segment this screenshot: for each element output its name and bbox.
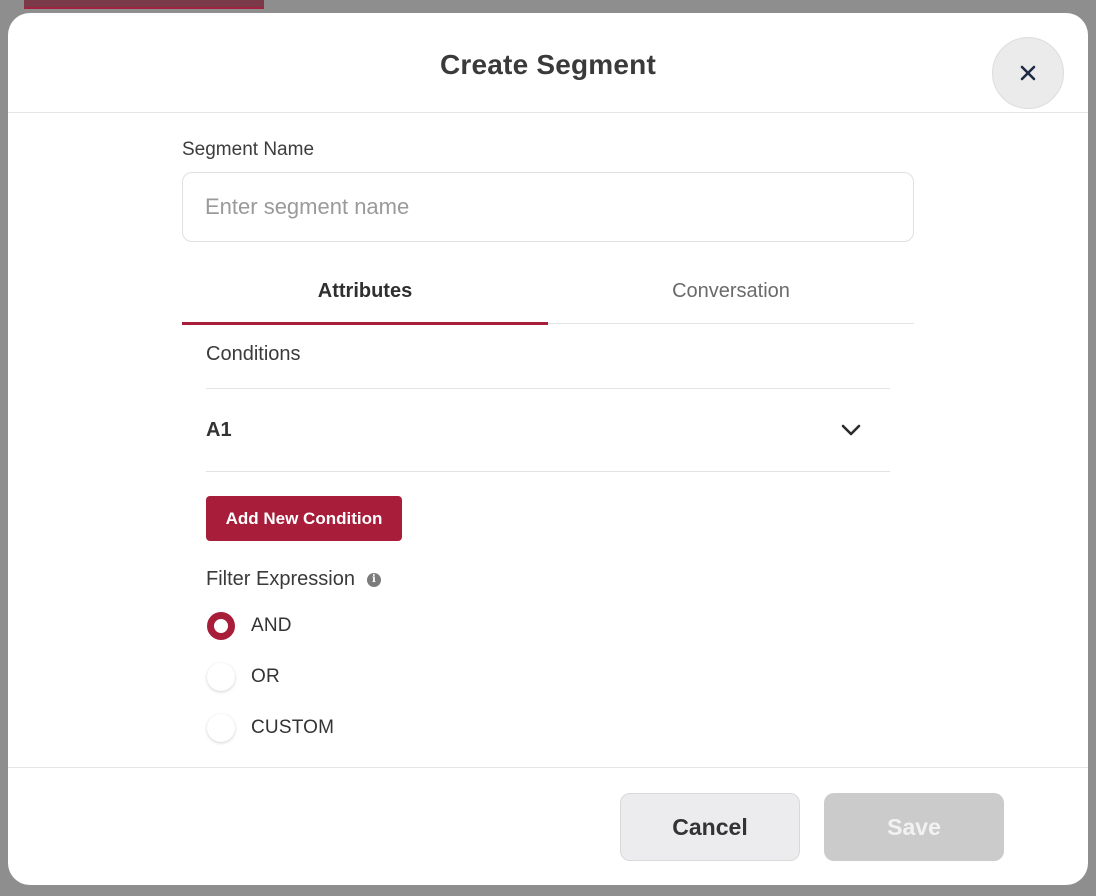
- radio-option-or[interactable]: OR: [207, 662, 280, 692]
- modal-footer: Cancel Save: [8, 767, 1088, 885]
- segment-tabs: Attributes Conversation: [182, 268, 914, 325]
- radio-label: AND: [251, 615, 292, 636]
- radio-label: CUSTOM: [251, 717, 335, 738]
- tab-attributes[interactable]: Attributes: [182, 268, 548, 325]
- background-active-tab-indicator: [24, 0, 264, 9]
- divider: [206, 471, 890, 472]
- create-segment-modal: Create Segment Segment Name Attributes C…: [8, 13, 1088, 885]
- radio-label: OR: [251, 666, 280, 687]
- info-icon[interactable]: i: [366, 572, 381, 587]
- modal-title: Create Segment: [440, 49, 656, 80]
- radio-option-and[interactable]: AND: [207, 611, 292, 641]
- radio-button[interactable]: [207, 663, 235, 691]
- close-icon: [1020, 65, 1036, 81]
- filter-expression-label: Filter Expression i: [206, 568, 381, 591]
- conditions-heading: Conditions: [206, 343, 301, 365]
- segment-name-input[interactable]: [182, 172, 914, 242]
- cancel-button[interactable]: Cancel: [620, 793, 800, 861]
- condition-item-a1[interactable]: A1: [206, 389, 890, 471]
- chevron-down-icon[interactable]: [840, 419, 862, 441]
- modal-header: Create Segment: [8, 13, 1088, 113]
- tab-conversation[interactable]: Conversation: [548, 268, 914, 323]
- add-new-condition-button[interactable]: Add New Condition: [206, 496, 402, 541]
- radio-option-custom[interactable]: CUSTOM: [207, 713, 334, 743]
- save-button[interactable]: Save: [824, 793, 1004, 861]
- radio-button-checked[interactable]: [207, 612, 235, 640]
- segment-name-label: Segment Name: [182, 139, 315, 160]
- radio-button[interactable]: [207, 714, 235, 742]
- filter-expression-text: Filter Expression: [206, 568, 355, 590]
- close-button[interactable]: [992, 37, 1064, 109]
- condition-name: A1: [206, 418, 232, 441]
